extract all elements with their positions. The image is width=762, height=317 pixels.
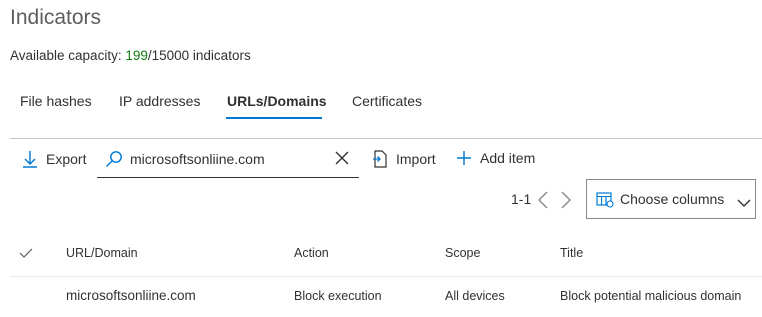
- tab-file-hashes[interactable]: File hashes: [20, 93, 92, 109]
- export-button[interactable]: Export: [22, 150, 86, 168]
- plus-icon: [456, 150, 472, 166]
- search-input[interactable]: [130, 149, 330, 169]
- available-capacity: Available capacity: 199/15000 indicators: [10, 48, 251, 63]
- tabs-divider: [10, 138, 762, 139]
- search-icon: [105, 150, 123, 173]
- column-header-scope[interactable]: Scope: [445, 246, 480, 260]
- chevron-right-icon[interactable]: [560, 191, 572, 214]
- choose-columns-label: Choose columns: [620, 191, 725, 207]
- close-icon[interactable]: [335, 151, 349, 170]
- import-label: Import: [396, 151, 436, 167]
- capacity-label: Available capacity:: [10, 48, 122, 63]
- cell-action: Block execution: [294, 289, 382, 303]
- tab-certificates[interactable]: Certificates: [352, 93, 422, 109]
- search-box[interactable]: [97, 141, 359, 178]
- add-item-button[interactable]: Add item: [456, 150, 535, 166]
- cell-scope: All devices: [445, 289, 505, 303]
- import-icon: [372, 150, 388, 168]
- export-label: Export: [46, 151, 87, 167]
- cell-title: Block potential malicious domain: [560, 289, 742, 303]
- select-all-checkbox[interactable]: [19, 246, 33, 264]
- page-title: Indicators: [10, 6, 102, 29]
- column-header-action[interactable]: Action: [294, 246, 329, 260]
- columns-icon: [596, 192, 614, 213]
- column-header-url-domain[interactable]: URL/Domain: [66, 246, 138, 260]
- choose-columns-button[interactable]: Choose columns: [586, 179, 756, 219]
- cell-url-domain: microsoftsonliine.com: [66, 288, 196, 303]
- import-button[interactable]: Import: [372, 150, 436, 168]
- download-icon: [22, 150, 38, 168]
- add-item-label: Add item: [480, 150, 536, 166]
- tab-urls-domains[interactable]: URLs/Domains: [227, 93, 327, 109]
- pager-range: 1-1: [511, 191, 532, 207]
- active-tab-indicator: [226, 117, 322, 119]
- header-divider: [10, 276, 762, 277]
- capacity-total: /15000 indicators: [147, 48, 251, 63]
- chevron-left-icon[interactable]: [537, 191, 549, 214]
- capacity-used: 199: [125, 48, 148, 63]
- chevron-down-icon: [737, 195, 751, 213]
- column-header-title[interactable]: Title: [560, 246, 583, 260]
- tab-ip-addresses[interactable]: IP addresses: [119, 93, 200, 109]
- checkmark-icon: [19, 246, 33, 263]
